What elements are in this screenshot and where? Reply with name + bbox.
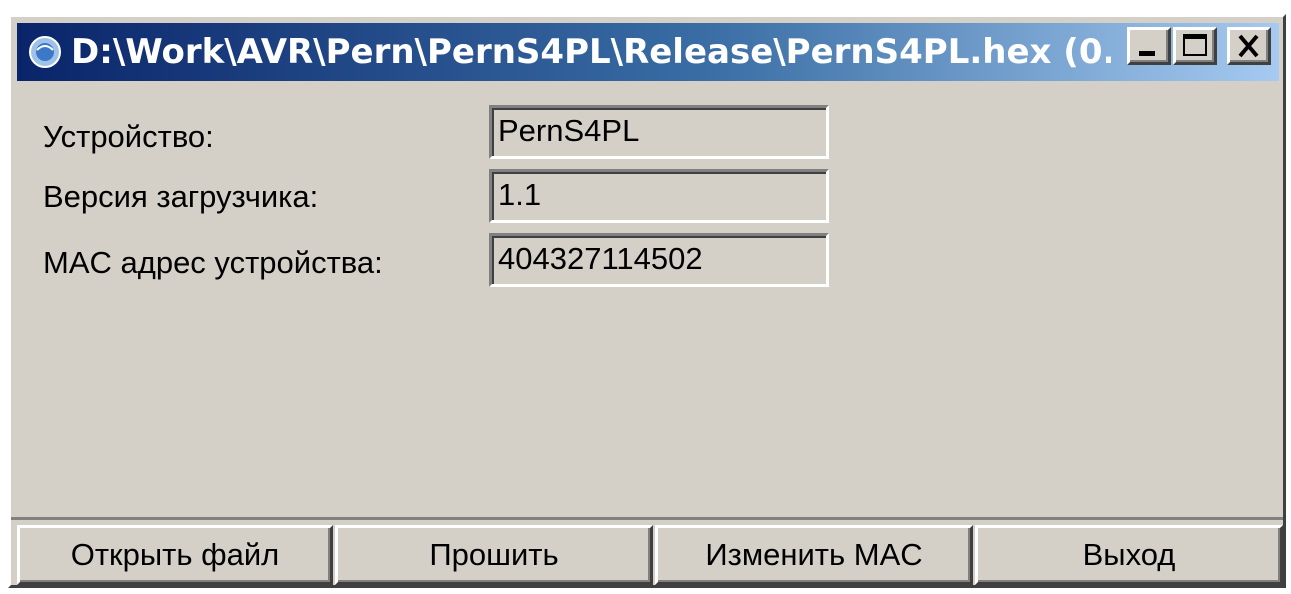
device-field: PernS4PL bbox=[489, 105, 829, 159]
device-label: Устройство: bbox=[43, 119, 214, 154]
minimize-icon bbox=[1139, 51, 1155, 56]
mac-address-label: MAC адрес устройства: bbox=[43, 245, 383, 280]
app-globe-icon bbox=[29, 36, 61, 68]
flash-button[interactable]: Прошить bbox=[335, 525, 653, 585]
change-mac-button[interactable]: Изменить MAC bbox=[655, 525, 973, 585]
window-title: D:\Work\AVR\Pern\PernS4PL\Release\PernS4… bbox=[71, 32, 1111, 72]
close-icon bbox=[1238, 34, 1259, 58]
close-button[interactable] bbox=[1227, 27, 1271, 65]
mac-address-field: 404327114502 bbox=[489, 233, 829, 287]
app-window: D:\Work\AVR\Pern\PernS4PL\Release\PernS4… bbox=[8, 14, 1286, 588]
exit-button[interactable]: Выход bbox=[975, 525, 1283, 585]
open-file-button[interactable]: Открыть файл bbox=[17, 525, 333, 585]
title-bar[interactable]: D:\Work\AVR\Pern\PernS4PL\Release\PernS4… bbox=[17, 23, 1279, 81]
maximize-button[interactable] bbox=[1173, 27, 1217, 65]
minimize-button[interactable] bbox=[1127, 27, 1171, 65]
bootloader-version-field: 1.1 bbox=[489, 169, 829, 223]
maximize-icon bbox=[1183, 34, 1207, 56]
bootloader-version-label: Версия загрузчика: bbox=[43, 179, 319, 214]
